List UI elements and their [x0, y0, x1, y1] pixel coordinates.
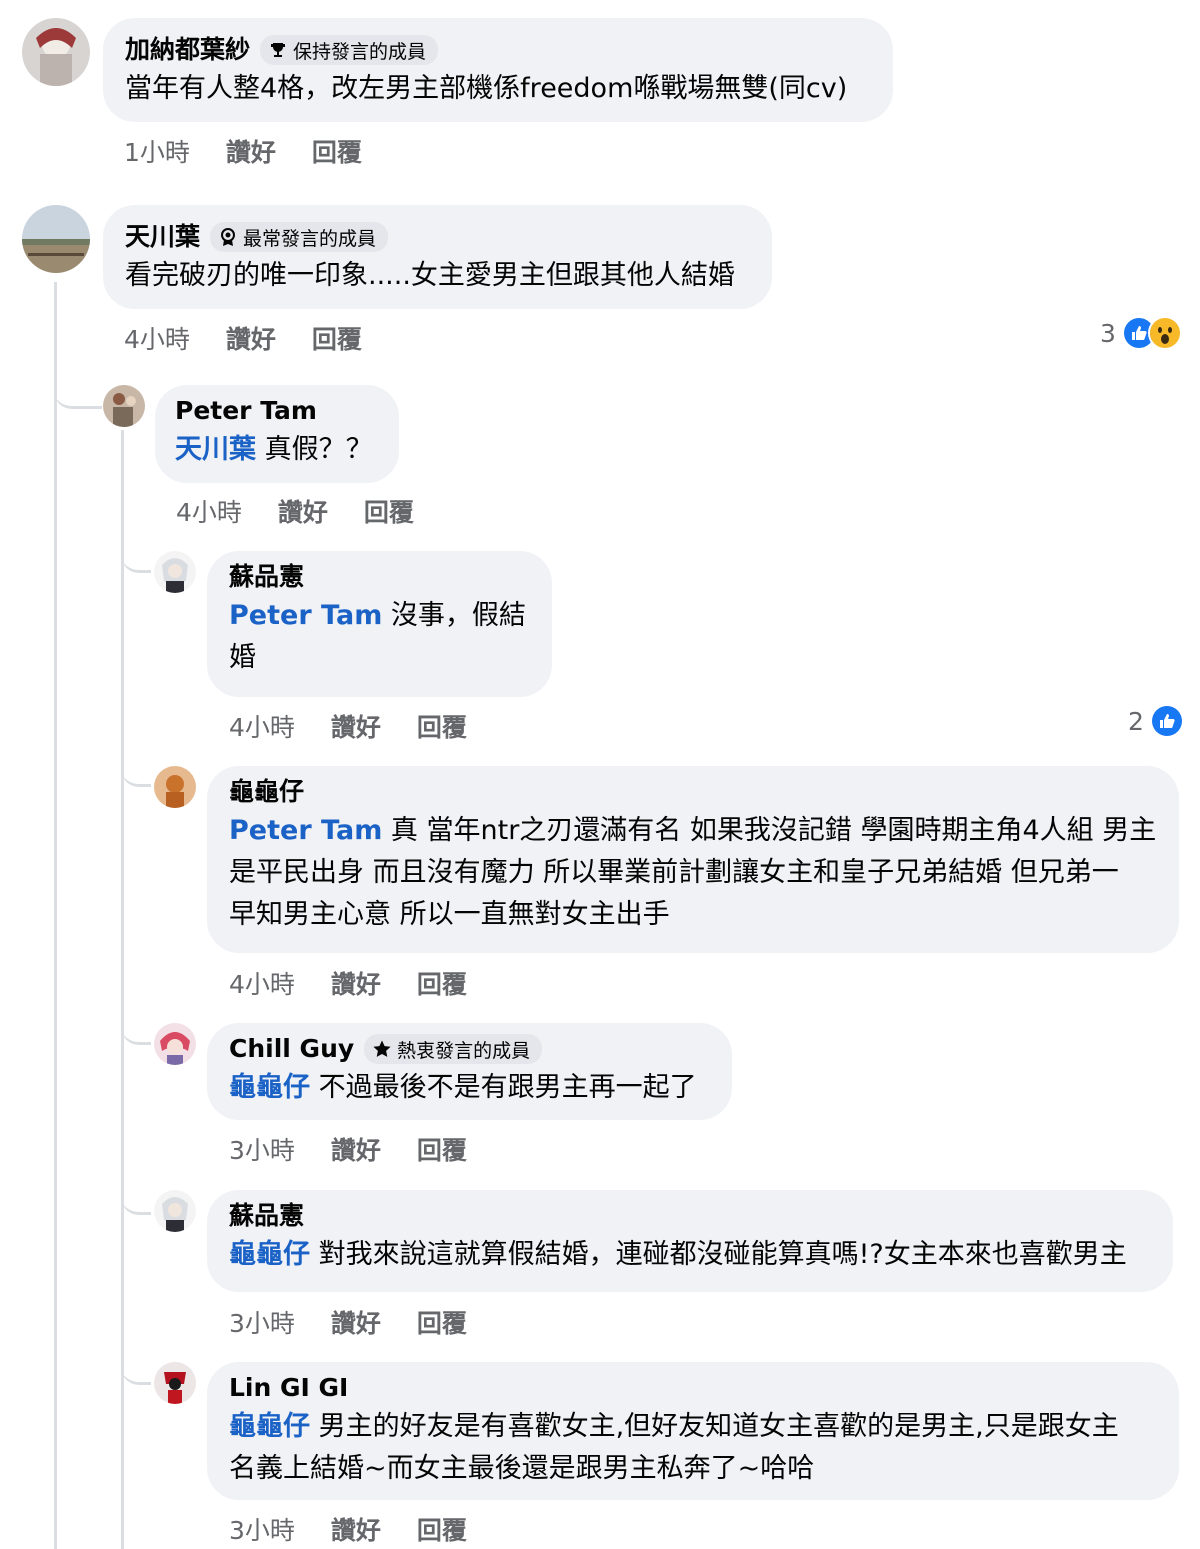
reply-text: 對我來說這就算假結婚，連碰都沒碰能算真嗎!?女主本來也喜歡男主: [318, 1239, 1127, 1270]
reply-actions: 3小時 讚好 回覆: [229, 1134, 503, 1168]
reply-text-line: 是平民出身 而且沒有魔力 所以畢業前計劃讓女主和皇子兄弟結婚 但兄弟一: [229, 857, 1119, 888]
like-button[interactable]: 讚好: [331, 968, 381, 1002]
avatar[interactable]: [103, 385, 145, 427]
reply-text-line: 早知男主心意 所以一直無對女主出手: [229, 899, 670, 930]
comment-bubble: 天川葉 最常發言的成員 看完破刃的唯一印象.....女主愛男主但跟其他人結婚: [103, 205, 772, 309]
reply-bubble: Chill Guy 熱衷發言的成員 龜龜仔 不過最後不是有跟男主再一起了: [207, 1023, 732, 1120]
avatar[interactable]: [154, 551, 196, 593]
avatar[interactable]: [22, 18, 90, 86]
avatar[interactable]: [154, 766, 196, 808]
reply-button[interactable]: 回覆: [312, 136, 362, 170]
reply-text-line: 婚: [229, 642, 256, 673]
reply-button[interactable]: 回覆: [312, 323, 362, 357]
thread-connector: [121, 1188, 151, 1215]
reply-bubble: 蘇品憲 龜龜仔 對我來說這就算假結婚，連碰都沒碰能算真嗎!?女主本來也喜歡男主: [207, 1190, 1173, 1292]
thread-connector: [121, 546, 151, 573]
reply-button[interactable]: 回覆: [417, 1134, 467, 1168]
timestamp[interactable]: 3小時: [229, 1134, 295, 1168]
reply-actions: 4小時 讚好 回覆: [229, 968, 503, 1002]
reaction-summary[interactable]: 3: [1100, 316, 1182, 350]
like-button[interactable]: 讚好: [226, 323, 276, 357]
author-name[interactable]: 龜龜仔: [229, 774, 304, 810]
star-icon: [373, 1040, 391, 1057]
timestamp[interactable]: 4小時: [229, 711, 295, 745]
comment-text: 看完破刃的唯一印象.....女主愛男主但跟其他人結婚: [125, 260, 735, 291]
reply-text-line: 名義上結婚~而女主最後還是跟男主私奔了~哈哈: [229, 1453, 815, 1484]
author-name[interactable]: 天川葉: [125, 219, 200, 255]
thread-line-sub: [121, 430, 124, 1549]
like-button[interactable]: 讚好: [331, 1514, 381, 1548]
comment-actions: 4小時 讚好 回覆: [124, 323, 398, 357]
reply-text: 真假？？: [264, 434, 373, 465]
reaction-count: 3: [1100, 318, 1116, 348]
trophy-icon: [271, 43, 286, 57]
thread-connector: [121, 1018, 151, 1045]
reply-button[interactable]: 回覆: [364, 496, 414, 530]
like-button[interactable]: 讚好: [278, 496, 328, 530]
timestamp[interactable]: 3小時: [229, 1307, 295, 1341]
mention-link[interactable]: 龜龜仔: [229, 1239, 310, 1270]
timestamp[interactable]: 4小時: [176, 496, 242, 530]
reply-text: 男主的好友是有喜歡女主,但好友知道女主喜歡的是男主,只是跟女主: [318, 1411, 1119, 1442]
reply-actions: 4小時 讚好 回覆: [176, 496, 450, 530]
comment-bubble: 加納都葉紗 保持發言的成員 當年有人整4格，改左男主部機係freedom喺戰場無…: [103, 18, 893, 122]
reaction-count: 2: [1128, 706, 1144, 736]
reply-bubble: Peter Tam 天川葉 真假？？: [155, 385, 399, 483]
badge-label: 熱衷發言的成員: [397, 1039, 531, 1062]
mention-link[interactable]: Peter Tam: [229, 600, 382, 631]
reply-text: 沒事，假結: [390, 600, 526, 631]
timestamp[interactable]: 3小時: [229, 1514, 295, 1548]
thread-connector: [121, 760, 151, 787]
like-button[interactable]: 讚好: [226, 136, 276, 170]
avatar[interactable]: [154, 1362, 196, 1404]
reply-actions: 4小時 讚好 回覆: [229, 711, 503, 745]
author-name[interactable]: 蘇品憲: [229, 559, 304, 595]
author-name[interactable]: 蘇品憲: [229, 1198, 304, 1234]
comment-actions: 1小時 讚好 回覆: [124, 136, 398, 170]
thread-connector: [121, 1358, 151, 1385]
author-name[interactable]: Peter Tam: [175, 393, 317, 429]
mention-link[interactable]: 龜龜仔: [229, 1411, 310, 1442]
member-badge[interactable]: 保持發言的成員: [260, 35, 439, 65]
reply-button[interactable]: 回覆: [417, 711, 467, 745]
mention-link[interactable]: 龜龜仔: [229, 1072, 310, 1103]
reply-actions: 3小時 讚好 回覆: [229, 1307, 503, 1341]
reply-actions: 3小時 讚好 回覆: [229, 1514, 503, 1548]
mention-link[interactable]: Peter Tam: [229, 815, 382, 846]
author-name[interactable]: Lin GI GI: [229, 1370, 348, 1406]
timestamp[interactable]: 4小時: [229, 968, 295, 1002]
like-icon: [1149, 704, 1184, 738]
badge-label: 保持發言的成員: [293, 40, 427, 63]
author-name[interactable]: 加納都葉紗: [125, 32, 250, 68]
reaction-summary[interactable]: 2: [1128, 704, 1184, 738]
reply-button[interactable]: 回覆: [417, 968, 467, 1002]
reply-bubble: 蘇品憲 Peter Tam 沒事，假結 婚: [207, 551, 552, 697]
reply-bubble: Lin GI GI 龜龜仔 男主的好友是有喜歡女主,但好友知道女主喜歡的是男主,…: [207, 1362, 1179, 1500]
like-button[interactable]: 讚好: [331, 1134, 381, 1168]
like-button[interactable]: 讚好: [331, 1307, 381, 1341]
thread-line-main: [54, 282, 57, 1549]
member-badge[interactable]: 最常發言的成員: [210, 222, 389, 252]
reply-button[interactable]: 回覆: [417, 1514, 467, 1548]
comment-text: 當年有人整4格，改左男主部機係freedom喺戰場無雙(同cv): [125, 73, 848, 104]
mention-link[interactable]: 天川葉: [175, 434, 256, 465]
medal-icon: [221, 228, 236, 246]
reply-text: 不過最後不是有跟男主再一起了: [318, 1072, 697, 1103]
reply-text: 真 當年ntr之刃還滿有名 如果我沒記錯 學園時期主角4人組 男主: [390, 815, 1157, 846]
thread-connector: [54, 370, 102, 409]
author-name[interactable]: Chill Guy: [229, 1031, 354, 1067]
badge-label: 最常發言的成員: [243, 227, 377, 250]
timestamp[interactable]: 4小時: [124, 323, 190, 357]
avatar[interactable]: [22, 205, 90, 273]
reply-button[interactable]: 回覆: [417, 1307, 467, 1341]
avatar[interactable]: [154, 1023, 196, 1065]
like-button[interactable]: 讚好: [331, 711, 381, 745]
reply-bubble: 龜龜仔 Peter Tam 真 當年ntr之刃還滿有名 如果我沒記錯 學園時期主…: [207, 766, 1179, 953]
avatar[interactable]: [154, 1190, 196, 1232]
timestamp[interactable]: 1小時: [124, 136, 190, 170]
wow-icon: [1147, 316, 1182, 350]
member-badge[interactable]: 熱衷發言的成員: [364, 1034, 543, 1064]
